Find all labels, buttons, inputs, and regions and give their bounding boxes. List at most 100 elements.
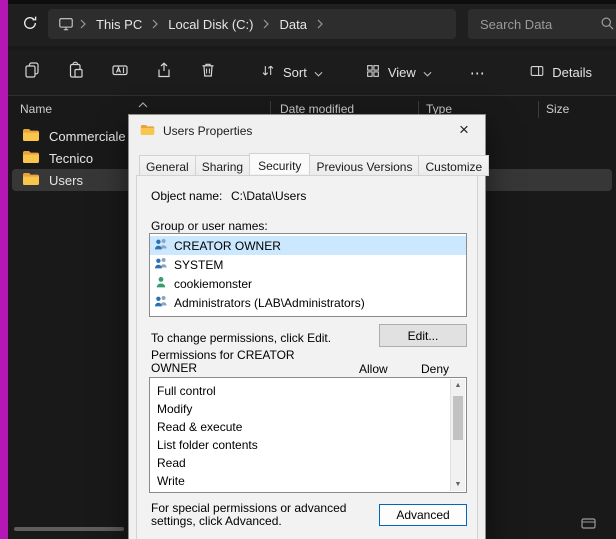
delete-button[interactable]: [190, 55, 226, 91]
permissions-list[interactable]: Full control Modify Read & execute List …: [149, 377, 467, 493]
rename-icon: [111, 61, 129, 84]
copy-button[interactable]: [14, 55, 50, 91]
breadcrumb-data[interactable]: Data: [275, 15, 310, 34]
column-header-name[interactable]: Name: [20, 102, 52, 116]
scroll-down-icon[interactable]: ▼: [451, 481, 465, 488]
permission-name: Read & execute: [157, 420, 242, 434]
more-icon: ⋯: [470, 65, 486, 82]
dialog-title-bar[interactable]: Users Properties: [129, 115, 485, 147]
chevron-right-icon: [311, 19, 329, 29]
refresh-icon: [22, 15, 38, 36]
folder-name: Tecnico: [49, 151, 93, 166]
users-properties-dialog: Users Properties × General Sharing Secur…: [128, 114, 486, 539]
horizontal-scrollbar[interactable]: [14, 527, 124, 531]
list-item-system[interactable]: SYSTEM: [150, 255, 466, 274]
folder-icon: [22, 128, 40, 145]
tab-customize[interactable]: Customize: [418, 155, 489, 176]
scrollbar-thumb[interactable]: [453, 396, 463, 440]
permission-row-list-folder-contents[interactable]: List folder contents: [150, 436, 466, 454]
object-name-label: Object name:: [151, 189, 222, 203]
group-user-names-label: Group or user names:: [151, 219, 268, 233]
permission-name: Read: [157, 456, 186, 470]
navigation-bar: This PC Local Disk (C:) Data: [8, 4, 616, 46]
object-name-value: C:\Data\Users: [231, 189, 306, 203]
paste-button[interactable]: [58, 55, 94, 91]
permission-name: List folder contents: [157, 438, 258, 452]
view-grid-icon: [365, 63, 381, 82]
rename-button[interactable]: [102, 55, 138, 91]
user-name: CREATOR OWNER: [174, 239, 281, 253]
permission-name: Full control: [157, 384, 216, 398]
tab-general[interactable]: General: [139, 155, 196, 176]
search-input[interactable]: [480, 9, 596, 39]
chevron-down-icon: [423, 65, 432, 80]
edit-hint: To change permissions, click Edit.: [151, 331, 331, 345]
list-item-creator-owner[interactable]: CREATOR OWNER: [150, 236, 466, 255]
chevron-right-icon: [74, 19, 92, 29]
scroll-up-icon[interactable]: ▲: [451, 382, 465, 389]
folder-icon: [140, 124, 155, 139]
search-icon: [600, 16, 615, 36]
this-pc-icon: [58, 16, 74, 32]
folder-name: Commerciale: [49, 129, 126, 144]
permission-row-write[interactable]: Write: [150, 472, 466, 490]
list-item-cookiemonster[interactable]: cookiemonster: [150, 274, 466, 293]
view-label: View: [388, 65, 416, 80]
folder-name: Users: [49, 173, 83, 188]
permission-row-read[interactable]: Read: [150, 454, 466, 472]
permission-name: Write: [157, 474, 185, 488]
permission-row-modify[interactable]: Modify: [150, 400, 466, 418]
sort-dropdown[interactable]: Sort: [250, 56, 333, 89]
breadcrumb-local-disk-c[interactable]: Local Disk (C:): [164, 15, 257, 34]
view-mode-icon[interactable]: [581, 517, 596, 535]
tab-previous-versions[interactable]: Previous Versions: [309, 155, 419, 176]
dialog-tabs: General Sharing Security Previous Versio…: [139, 155, 488, 176]
chevron-down-icon: [314, 65, 323, 80]
user-name: cookiemonster: [174, 277, 252, 291]
more-options-button[interactable]: ⋯: [458, 58, 498, 88]
folder-icon: [22, 172, 40, 189]
group-icon: [154, 257, 168, 272]
address-bar[interactable]: This PC Local Disk (C:) Data: [48, 9, 456, 39]
column-header-size[interactable]: Size: [546, 102, 569, 116]
share-button[interactable]: [146, 55, 182, 91]
sort-icon: [260, 63, 276, 82]
copy-icon: [23, 61, 41, 84]
group-icon: [154, 295, 168, 310]
sort-label: Sort: [283, 65, 307, 80]
search-box: [468, 9, 616, 39]
view-dropdown[interactable]: View: [355, 56, 442, 89]
folder-icon: [22, 150, 40, 167]
deny-column-label: Deny: [421, 362, 449, 376]
chevron-right-icon: [257, 19, 275, 29]
column-divider[interactable]: [538, 101, 539, 118]
details-toggle-button[interactable]: Details: [519, 56, 602, 89]
details-pane-icon: [529, 63, 545, 82]
allow-column-label: Allow: [359, 362, 388, 376]
user-icon: [154, 276, 168, 291]
advanced-button[interactable]: Advanced: [379, 504, 467, 526]
sort-ascending-icon: [138, 97, 148, 111]
command-toolbar: Sort View ⋯ Details: [8, 50, 616, 96]
chevron-right-icon: [146, 19, 164, 29]
close-icon: ×: [459, 120, 469, 140]
advanced-hint: For special permissions or advanced sett…: [151, 502, 376, 528]
edit-button[interactable]: Edit...: [379, 324, 467, 347]
refresh-button[interactable]: [14, 9, 46, 41]
tab-sharing[interactable]: Sharing: [195, 155, 250, 176]
background-app-strip: [0, 0, 8, 539]
details-label: Details: [552, 65, 592, 80]
list-item-administrators[interactable]: Administrators (LAB\Administrators): [150, 293, 466, 312]
paste-icon: [67, 61, 85, 84]
explorer-window: This PC Local Disk (C:) Data: [0, 0, 616, 539]
permission-row-full-control[interactable]: Full control: [150, 382, 466, 400]
permissions-scrollbar[interactable]: ▲ ▼: [450, 379, 465, 491]
tab-security[interactable]: Security: [249, 153, 310, 174]
permission-row-read-execute[interactable]: Read & execute: [150, 418, 466, 436]
close-button[interactable]: ×: [443, 115, 485, 145]
share-icon: [155, 61, 173, 84]
permission-name: Modify: [157, 402, 192, 416]
trash-icon: [199, 61, 217, 84]
group-user-names-list[interactable]: CREATOR OWNER SYSTEM cookiemonster Admin…: [149, 233, 467, 317]
breadcrumb-this-pc[interactable]: This PC: [92, 15, 146, 34]
